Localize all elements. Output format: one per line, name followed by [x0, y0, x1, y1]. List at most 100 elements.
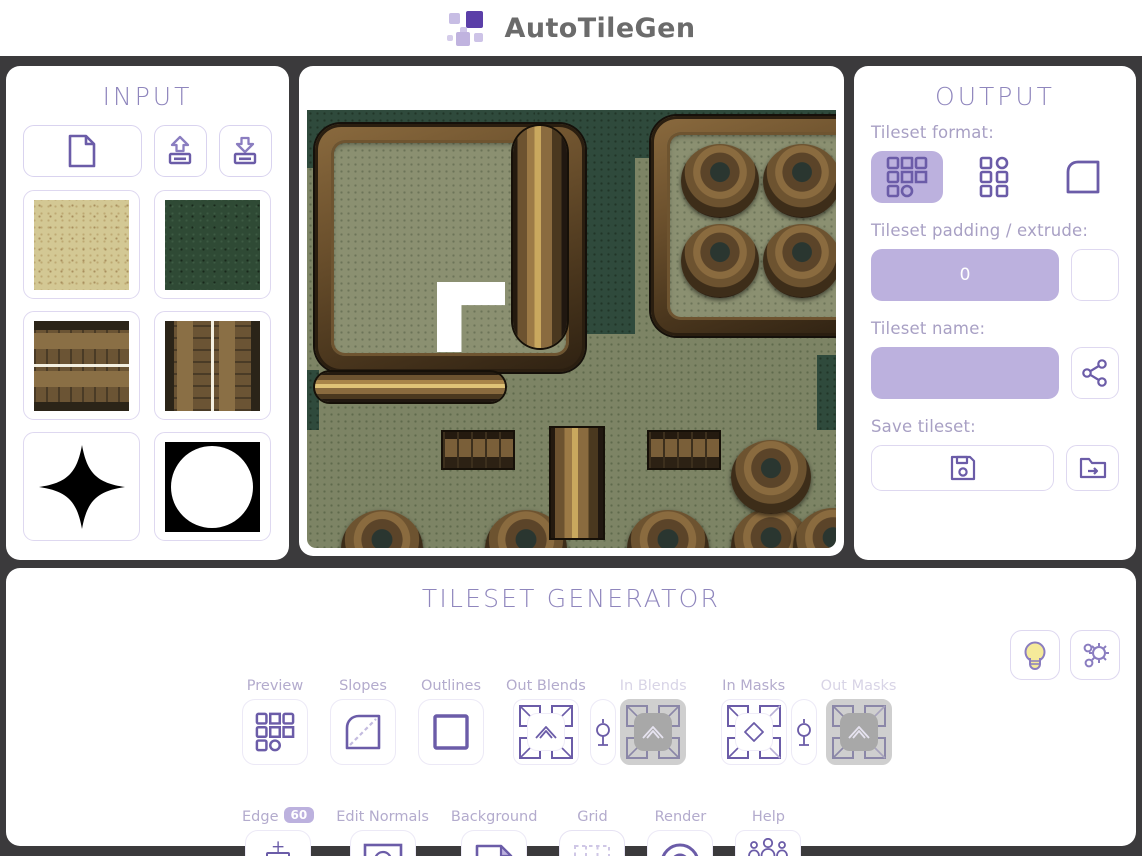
lighting-button[interactable]: [1010, 630, 1060, 680]
download-button[interactable]: [218, 125, 272, 177]
out-blends-tool-label: Out Blends: [506, 678, 586, 694]
in-masks-tool[interactable]: In Masks: [720, 678, 787, 765]
extrude-option-button[interactable]: [1071, 249, 1119, 301]
edge-slider-handle[interactable]: [266, 852, 291, 856]
texture-sand[interactable]: [23, 190, 140, 299]
tileset-name-row: [871, 347, 1119, 399]
in-blends-tool-label: In Blends: [619, 678, 687, 694]
format-blob-47-button[interactable]: [871, 151, 943, 203]
tileset-format-options: [871, 151, 1119, 203]
texture-grass[interactable]: [153, 190, 271, 299]
page-corner-icon: [473, 842, 515, 856]
texture-brick-horizontal[interactable]: [23, 311, 140, 420]
grid-tool[interactable]: Grid: [559, 809, 626, 856]
edit-normals-tool[interactable]: Edit Normals: [336, 809, 429, 856]
output-panel-title: OUTPUT: [935, 82, 1055, 111]
tileset-name-input[interactable]: [871, 347, 1059, 399]
share-icon: [1081, 359, 1109, 387]
gears-icon: [1080, 640, 1110, 670]
output-panel: OUTPUT Tileset format: Tileset padding /…: [854, 66, 1136, 560]
edge-value-badge: 60: [283, 807, 315, 823]
upload-icon: [165, 135, 195, 167]
save-tileset-row: [871, 445, 1119, 491]
share-button[interactable]: [1071, 347, 1119, 399]
green-texture-thumbnail: [164, 199, 260, 290]
out-blends-toggle[interactable]: [589, 699, 616, 765]
slopes-tool[interactable]: Slopes: [330, 678, 396, 765]
save-tileset-button[interactable]: [871, 445, 1055, 491]
outlines-tool-label: Outlines: [420, 678, 481, 694]
input-file-buttons: [23, 125, 272, 177]
tileset-format-label: Tileset format:: [871, 123, 994, 142]
open-tileset-button[interactable]: [1066, 445, 1119, 491]
out-blends-tool[interactable]: Out Blends: [506, 678, 586, 765]
texture-brick-vertical[interactable]: [153, 311, 271, 420]
out-masks-tool[interactable]: Out Masks: [820, 678, 897, 765]
preview-tool-label: Preview: [246, 678, 304, 694]
tiles-logo-icon: [446, 10, 491, 46]
edge-slider[interactable]: Edge60 + −: [242, 807, 315, 856]
dashed-grid-icon: [571, 842, 613, 856]
background-tool[interactable]: Background: [450, 809, 538, 856]
format-wang-button[interactable]: [959, 151, 1031, 203]
app-header: AutoTileGen: [0, 0, 1142, 56]
edit-normals-tool-label: Edit Normals: [336, 809, 429, 825]
help-tool[interactable]: Help: [735, 809, 802, 856]
tileset-padding-label: Tileset padding / extrude:: [871, 221, 1089, 240]
preview-tool[interactable]: Preview: [242, 678, 308, 765]
out-masks-tool-label: Out Masks: [820, 678, 897, 694]
in-masks-toggle[interactable]: [790, 699, 817, 765]
in-masks-center-button[interactable]: [734, 713, 773, 751]
tilemap-preview[interactable]: [307, 74, 836, 548]
slope-quarter-icon: [343, 712, 383, 752]
grid-tool-label: Grid: [577, 809, 608, 825]
wang-2x3-grid-icon: [979, 156, 1011, 198]
render-a-icon: [658, 841, 702, 856]
input-panel-title: INPUT: [102, 82, 193, 111]
blob-47-grid-icon: [886, 156, 928, 198]
file-icon: [67, 134, 97, 168]
normals-bulb-icon: [362, 842, 404, 856]
generator-corner-buttons: [1010, 630, 1120, 680]
square-outline-icon: [431, 712, 471, 752]
mask-star[interactable]: [23, 432, 140, 541]
slopes-tool-label: Slopes: [339, 678, 387, 694]
background-tool-label: Background: [450, 809, 538, 825]
in-blends-tool[interactable]: In Blends: [620, 678, 687, 765]
tileset-padding-input[interactable]: [871, 249, 1059, 301]
format-corner-button[interactable]: [1047, 151, 1119, 203]
generator-toolbar: Preview Slopes Outlines Out Blends In Bl…: [242, 678, 900, 856]
outlines-tool[interactable]: Outlines: [418, 678, 484, 765]
blob-grid-icon: [255, 712, 295, 752]
floppy-disk-icon: [950, 455, 976, 481]
upload-button[interactable]: [153, 125, 207, 177]
input-panel: INPUT: [6, 66, 289, 560]
save-tileset-label: Save tileset:: [871, 417, 976, 436]
tileset-name-label: Tileset name:: [871, 319, 986, 338]
generator-panel-title: TILESET GENERATOR: [421, 584, 721, 613]
out-masks-center-button[interactable]: [839, 713, 878, 751]
generator-toolbar-row-1: Preview Slopes Outlines Out Blends In Bl…: [242, 678, 900, 765]
app-title: AutoTileGen: [504, 12, 696, 44]
in-masks-tool-label: In Masks: [722, 678, 786, 694]
sand-texture-thumbnail: [34, 199, 129, 290]
generator-panel: TILESET GENERATOR Preview Slopes Outline…: [6, 568, 1136, 856]
in-blends-center-button[interactable]: [634, 713, 673, 751]
generator-toolbar-row-2: Edge60 + − Edit Normals: [242, 807, 900, 856]
settings-button[interactable]: [1070, 630, 1120, 680]
tilemap-canvas[interactable]: [307, 110, 836, 548]
new-file-button[interactable]: [23, 125, 142, 177]
vertical-brick-thumbnail: [164, 320, 260, 411]
mask-circle[interactable]: [153, 432, 271, 541]
people-icon: [745, 837, 791, 856]
horizontal-brick-thumbnail: [34, 320, 129, 411]
input-thumbnail-grid: [23, 190, 272, 541]
render-tool-label: Render: [654, 809, 707, 825]
star-mask-thumbnail: [34, 441, 129, 532]
preview-panel: [299, 66, 844, 556]
render-tool[interactable]: Render: [647, 809, 714, 856]
tileset-padding-row: [871, 249, 1119, 301]
community-button[interactable]: [736, 831, 800, 856]
out-blends-center-button[interactable]: [526, 713, 565, 751]
lightbulb-icon: [1021, 640, 1049, 670]
